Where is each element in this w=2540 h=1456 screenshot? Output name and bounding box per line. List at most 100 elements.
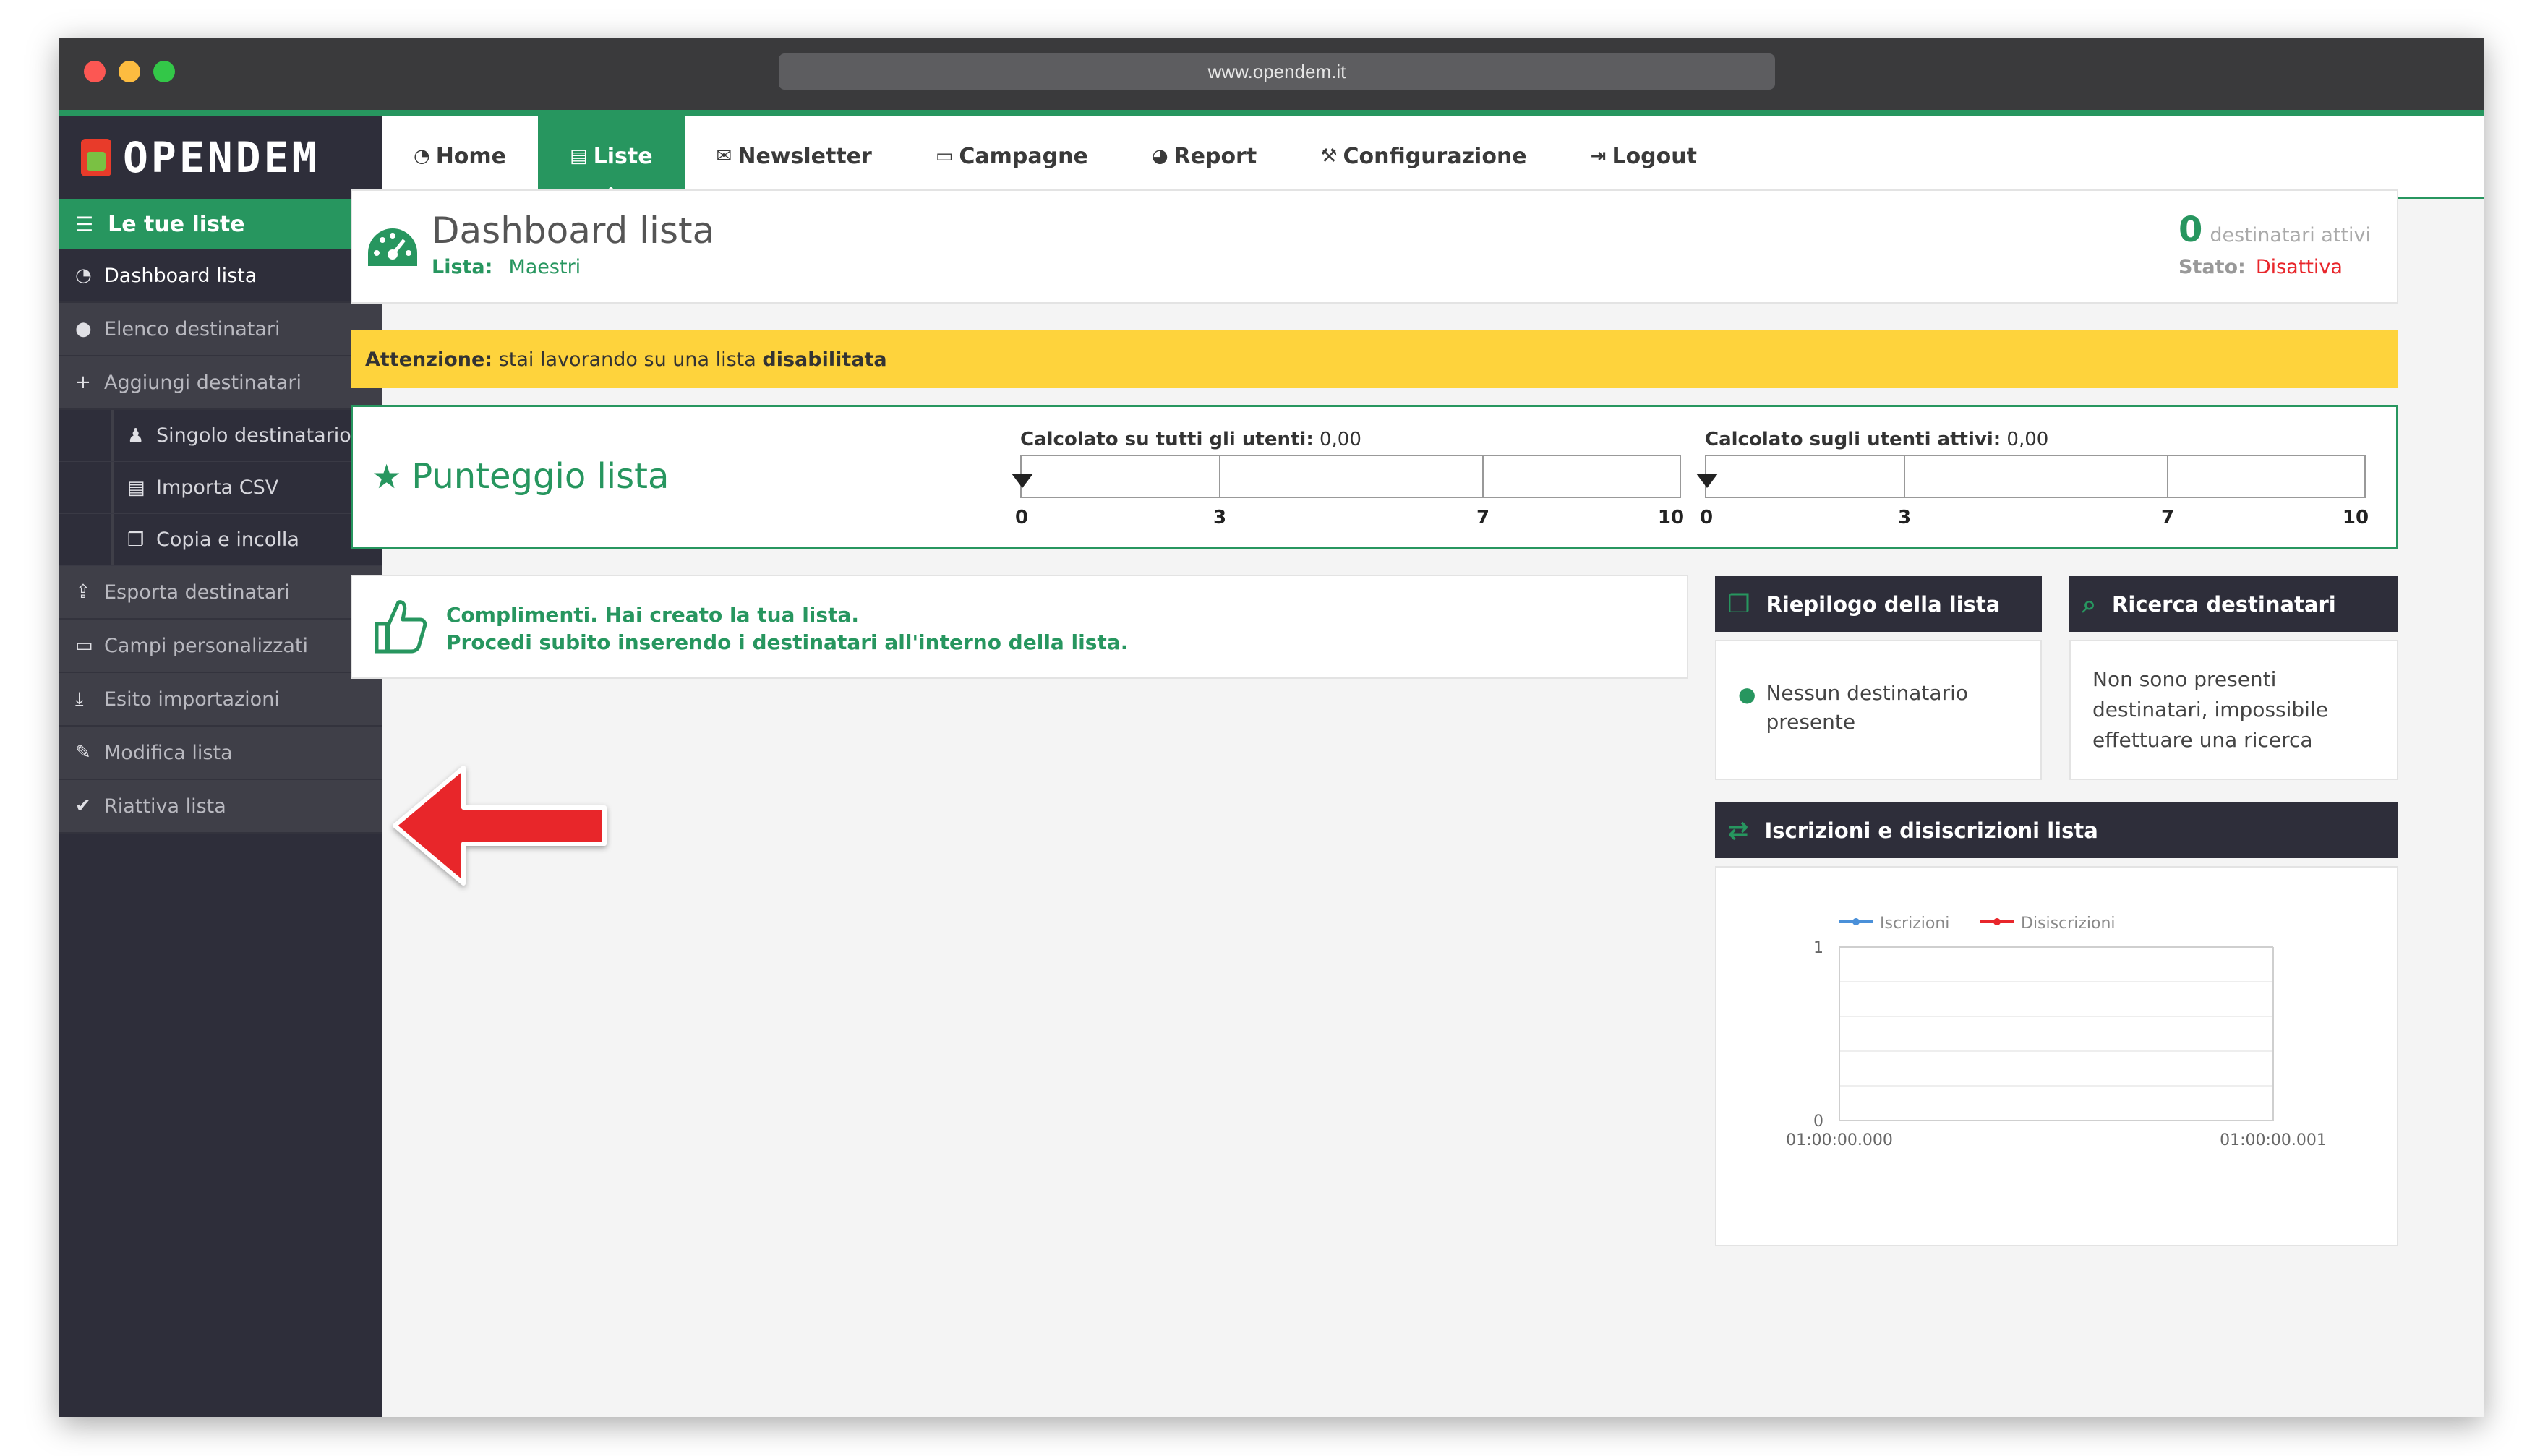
users-icon: ● bbox=[75, 318, 92, 340]
alert-strong: Attenzione: bbox=[365, 348, 493, 371]
compliments-text: Complimenti. Hai creato la tua lista. Pr… bbox=[446, 601, 1128, 656]
check-icon: ✔ bbox=[75, 795, 91, 817]
nav-newsletter[interactable]: ✉ Newsletter bbox=[685, 116, 904, 197]
star-icon: ★ bbox=[372, 457, 402, 496]
dashboard-icon bbox=[368, 228, 417, 266]
nav-label: Home bbox=[435, 143, 507, 169]
nav-label: Campagne bbox=[959, 143, 1088, 169]
sidebar-item-label: Copia e incolla bbox=[156, 528, 299, 551]
compliments-line: Complimenti. Hai creato la tua lista. bbox=[446, 603, 859, 627]
compliments-panel: Complimenti. Hai creato la tua lista. Pr… bbox=[351, 575, 1688, 679]
sidebar-item-importa-csv[interactable]: ▤ Importa CSV bbox=[59, 462, 382, 514]
sidebar-item-riattiva-lista[interactable]: ✔ Riattiva lista bbox=[59, 780, 382, 834]
summary-header: ❐ Riepilogo della lista bbox=[1715, 576, 2042, 632]
copy-icon: ❐ bbox=[127, 528, 145, 551]
sidebar-item-label: Campi personalizzati bbox=[104, 634, 308, 657]
y-tick-label: 0 bbox=[1813, 1113, 1823, 1131]
envelope-icon: ✉ bbox=[716, 145, 732, 167]
dashboard-header: Dashboard lista Lista: Maestri 0 destinata… bbox=[351, 189, 2398, 304]
gauge-active-users: Calcolato sugli utenti attivi: 0,00 0 3 … bbox=[1696, 429, 2370, 537]
upload-icon: ⇪ bbox=[75, 581, 91, 603]
sidebar-item-modifica-lista[interactable]: ✎ Modifica lista bbox=[59, 727, 382, 780]
sidebar-item-copia-e-incolla[interactable]: ❐ Copia e incolla bbox=[59, 514, 382, 566]
gauge-value: 0,00 bbox=[1319, 429, 1361, 450]
active-count-label: destinatari attivi bbox=[2210, 224, 2371, 247]
gauge-value: 0,00 bbox=[2006, 429, 2049, 450]
gauge-label: Calcolato sugli utenti attivi: 0,00 bbox=[1705, 429, 2048, 450]
nav-report[interactable]: ◕ Report bbox=[1120, 116, 1288, 197]
nav-label: Newsletter bbox=[737, 143, 872, 169]
nav-label: Configurazione bbox=[1343, 143, 1527, 169]
subscriptions-chart-panel: Iscrizioni Disiscrizioni 0 1 01:00:00.000 01:… bbox=[1715, 866, 2398, 1246]
browser-window: www.opendem.it OPENDEM ☰ Le tue liste ◔ … bbox=[59, 38, 2484, 1417]
plus-icon: + bbox=[75, 372, 91, 393]
nav-liste[interactable]: ▤ Liste bbox=[538, 116, 685, 197]
sidebar-item-esporta-destinatari[interactable]: ⇪ Esporta destinatari bbox=[59, 566, 382, 620]
list-icon: ▤ bbox=[570, 145, 588, 167]
maximize-window-button[interactable] bbox=[153, 61, 175, 82]
logout-icon: ⇥ bbox=[1590, 145, 1607, 167]
gauge-bar bbox=[1696, 455, 2366, 498]
gauge-label-text: Calcolato su tutti gli utenti: bbox=[1020, 429, 1314, 450]
state-label: Stato: bbox=[2178, 256, 2246, 278]
sidebar-item-dashboard-lista[interactable]: ◔ Dashboard lista bbox=[59, 249, 382, 303]
gauge-tick-label: 0 bbox=[1699, 507, 1714, 528]
subscriptions-chart: Iscrizioni Disiscrizioni 0 1 01:00:00.000 01:… bbox=[1786, 915, 2327, 1149]
y-tick-label: 1 bbox=[1813, 939, 1823, 957]
list-name: Maestri bbox=[508, 256, 581, 278]
close-window-button[interactable] bbox=[84, 61, 106, 82]
sidebar-item-aggiungi-destinatari[interactable]: + Aggiungi destinatari bbox=[59, 356, 382, 410]
list-state: Stato: Disattiva bbox=[2178, 256, 2381, 278]
gauge-tick-label: 7 bbox=[1476, 507, 1490, 528]
users-icon: ● bbox=[1738, 682, 1756, 706]
legend-label: Iscrizioni bbox=[1880, 915, 1949, 933]
sidebar-item-label: Elenco destinatari bbox=[104, 317, 281, 341]
gauge-all-users: Calcolato su tutti gli utenti: 0,00 0 3 … bbox=[1012, 429, 1685, 537]
copy-icon: ❐ bbox=[1728, 589, 1750, 619]
gauge-tick-label: 10 bbox=[1657, 507, 1685, 528]
gauge-tick-label: 10 bbox=[2342, 507, 2369, 528]
nav-home[interactable]: ◔ Home bbox=[382, 116, 538, 197]
search-text: Non sono presenti destinatari, impossibi… bbox=[2092, 667, 2328, 752]
gauge-tick bbox=[1904, 456, 1905, 497]
minimize-window-button[interactable] bbox=[119, 61, 140, 82]
dashboard-icon: ◔ bbox=[75, 265, 92, 286]
exchange-icon: ⇄ bbox=[1728, 815, 1749, 845]
search-title: Ricerca destinatari bbox=[2112, 591, 2336, 617]
alert-text: stai lavorando su una lista bbox=[492, 348, 763, 371]
sidebar-item-label: Esporta destinatari bbox=[104, 581, 290, 604]
top-navigation: ◔ Home ▤ Liste ✉ Newsletter ▭ Campagne ◕… bbox=[382, 116, 2484, 199]
gauge-marker-icon bbox=[1012, 474, 1033, 488]
sidebar-item-campi-personalizzati[interactable]: ▭ Campi personalizzati bbox=[59, 620, 382, 673]
nav-logout[interactable]: ⇥ Logout bbox=[1559, 116, 1729, 197]
gauge-bar bbox=[1012, 455, 1681, 498]
score-title-label: Punteggio lista bbox=[411, 456, 670, 497]
logo[interactable]: OPENDEM bbox=[59, 116, 382, 199]
red-arrow-icon bbox=[393, 766, 607, 886]
legend-marker bbox=[1852, 918, 1860, 925]
compliments-line: Procedi subito inserendo i destinatari a… bbox=[446, 630, 1129, 654]
sidebar-item-esito-importazioni[interactable]: ⤓ Esito importazioni bbox=[59, 673, 382, 727]
user-icon: ♟ bbox=[127, 424, 145, 447]
legend-marker bbox=[1993, 918, 2001, 925]
nav-configurazione[interactable]: ⚒ Configurazione bbox=[1288, 116, 1558, 197]
gauge-label: Calcolato su tutti gli utenti: 0,00 bbox=[1020, 429, 1361, 450]
sidebar-heading: ☰ Le tue liste bbox=[59, 199, 382, 249]
nav-label: Liste bbox=[593, 143, 653, 169]
warning-alert: Attenzione: stai lavorando su una lista … bbox=[351, 330, 2398, 388]
logo-badge-icon bbox=[81, 138, 111, 176]
sidebar-menu: ◔ Dashboard lista ● Elenco destinatari +… bbox=[59, 249, 382, 834]
search-body: Non sono presenti destinatari, impossibi… bbox=[2069, 640, 2398, 780]
summary-text: Nessun destinatario presente bbox=[1766, 681, 1968, 734]
file-icon: ▤ bbox=[127, 476, 145, 499]
sidebar-item-singolo-destinatario[interactable]: ♟ Singolo destinatario bbox=[59, 410, 382, 462]
nav-campagne[interactable]: ▭ Campagne bbox=[904, 116, 1120, 197]
search-header: ⌕ Ricerca destinatari bbox=[2069, 576, 2398, 632]
sidebar-item-elenco-destinatari[interactable]: ● Elenco destinatari bbox=[59, 303, 382, 356]
dashboard-icon: ◔ bbox=[414, 145, 430, 167]
logo-text: OPENDEM bbox=[123, 132, 320, 182]
page-title: Dashboard lista bbox=[432, 210, 715, 252]
address-bar[interactable]: www.opendem.it bbox=[779, 53, 1775, 90]
sidebar-item-label: Dashboard lista bbox=[104, 264, 257, 287]
gauge-tick-label: 3 bbox=[1897, 507, 1912, 528]
